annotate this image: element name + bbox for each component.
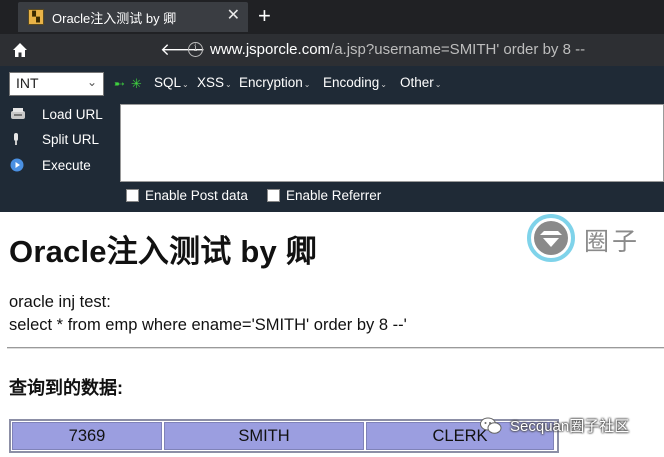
browser-tabstrip: ▚ Oracle注入测试 by 卿 ✕ + (0, 0, 664, 34)
tab-title: Oracle注入测试 by 卿 (52, 10, 177, 26)
enable-referrer-checkbox[interactable]: Enable Referrer (267, 188, 381, 203)
menu-arrow-icon: ⌄ (434, 80, 442, 89)
menu-arrow-icon: ⌄ (225, 80, 232, 89)
hackbar-menu-encoding[interactable]: Encoding⌄ (323, 75, 387, 90)
checkbox-label: Enable Post data (145, 188, 248, 203)
footer-watermark-text: Secquan圈子社区 (510, 418, 630, 435)
sql-query-text: select * from emp where ename='SMITH' or… (9, 316, 407, 334)
menu-arrow-icon: ⌄ (182, 80, 189, 89)
table-cell-empno: 7369 (12, 422, 162, 450)
results-table: 7369 SMITH CLERK (9, 419, 559, 453)
checkbox-box[interactable] (126, 189, 139, 202)
load-url-icon (11, 108, 25, 119)
checkbox-box[interactable] (267, 189, 280, 202)
enable-post-data-checkbox[interactable]: Enable Post data (126, 188, 248, 203)
execute-label: Execute (42, 157, 91, 173)
green-star-icon[interactable]: ✳ (131, 76, 142, 92)
menu-arrow-icon: ⌄ (303, 80, 311, 89)
chevron-down-icon: ⌄ (86, 75, 97, 89)
url-host: www.jsporcle.com (210, 41, 331, 58)
execute-play-icon (10, 158, 24, 172)
menu-arrow-icon: ⌄ (380, 80, 387, 89)
split-url-icon (14, 133, 18, 145)
split-url-label: Split URL (42, 131, 100, 147)
menu-label: Encryption (239, 75, 303, 90)
hackbar-menu-other[interactable]: Other⌄ (400, 75, 441, 90)
menu-label: SQL (154, 75, 182, 90)
hackbar-menu-sql[interactable]: SQL⌄ (154, 75, 189, 90)
close-tab-icon[interactable]: ✕ (227, 7, 240, 25)
wechat-icon (480, 417, 502, 434)
footer-watermark: Secquan圈子社区 (480, 415, 629, 436)
divider (7, 347, 664, 349)
address-bar[interactable]: www.jsporcle.com/a.jsp?username=SMITH' o… (210, 41, 585, 58)
url-path: /a.jsp?username=SMITH' order by 8 -- (330, 41, 586, 58)
load-url-button[interactable]: Load URL (10, 104, 103, 124)
watermark-logo-icon (527, 214, 575, 262)
browser-navbar: 🡐 i www.jsporcle.com/a.jsp?username=SMIT… (0, 34, 664, 66)
menu-label: XSS (197, 75, 225, 90)
table-cell-ename: SMITH (164, 422, 364, 450)
page-favicon-icon: ▚ (28, 9, 44, 25)
hackbar-menu-encryption[interactable]: Encryption⌄ (239, 75, 311, 90)
intro-text: oracle inj test: (9, 293, 111, 311)
watermark-text: 圈子 (584, 227, 641, 256)
browser-tab[interactable]: ▚ Oracle注入测试 by 卿 ✕ (18, 2, 248, 32)
load-url-label: Load URL (42, 106, 103, 122)
hackbar-select-value: INT (16, 75, 39, 91)
menu-label: Encoding (323, 75, 380, 90)
menu-label: Other (400, 75, 434, 90)
home-icon[interactable] (11, 41, 29, 59)
results-heading: 查询到的数据: (9, 378, 123, 398)
green-arrow-icon[interactable]: ➸ (114, 76, 125, 92)
hackbar-type-select[interactable]: INT ⌄ (9, 72, 104, 96)
execute-button[interactable]: Execute (10, 155, 91, 175)
info-icon[interactable]: i (188, 42, 203, 57)
hackbar-panel: INT ⌄ ➸ ✳ SQL⌄ XSS⌄ Encryption⌄ Encoding… (0, 66, 664, 212)
split-url-button[interactable]: Split URL (10, 129, 99, 149)
hackbar-url-textarea[interactable] (120, 104, 664, 182)
new-tab-button[interactable]: + (258, 3, 271, 29)
hackbar-menu-xss[interactable]: XSS⌄ (197, 75, 232, 90)
page-title: Oracle注入测试 by 卿 (9, 234, 317, 269)
checkbox-label: Enable Referrer (286, 188, 382, 203)
